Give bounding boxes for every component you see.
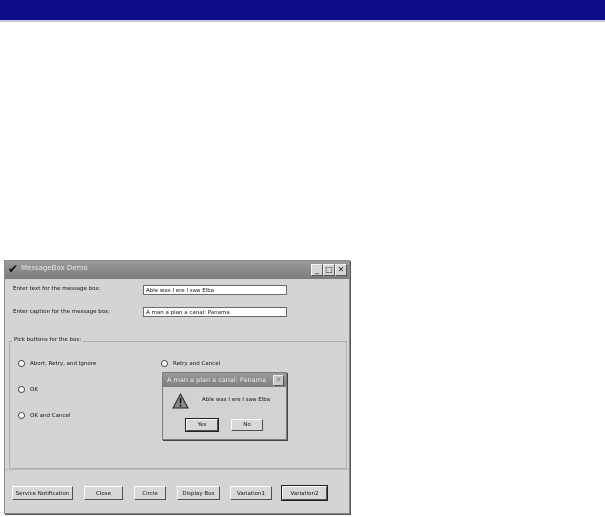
caption-label: Enter caption for the message box:: [13, 309, 111, 315]
maximize-button[interactable]: □: [323, 264, 335, 276]
no-button[interactable]: No: [231, 419, 263, 431]
top-banner-bar: [0, 0, 605, 22]
message-text-label: Enter text for the message box:: [13, 286, 101, 292]
radio-label: OK and Cancel: [30, 412, 71, 419]
radio-label: OK: [30, 386, 38, 393]
radio-label: Abort, Retry, and Ignore: [30, 360, 97, 367]
variation1-button[interactable]: Variation1: [230, 486, 272, 500]
radio-ok-cancel[interactable]: OK and Cancel: [18, 412, 70, 419]
window-title: MessageBox Demo: [21, 264, 88, 272]
dialog-title: A man a plan a canal: Panama: [167, 376, 266, 384]
window-titlebar[interactable]: ✔ MessageBox Demo _ □ ✕: [5, 261, 349, 279]
service-notification-button[interactable]: Service Notification: [12, 486, 73, 500]
radio-circle-icon: [18, 412, 25, 419]
radio-abort-retry-ignore[interactable]: Abort, Retry, and Ignore: [18, 360, 96, 367]
close-window-button[interactable]: ✕: [335, 264, 347, 276]
radio-retry-cancel[interactable]: Retry and Cancel: [161, 360, 220, 367]
message-box-dialog: A man a plan a canal: Panama ✕ Able was …: [162, 372, 287, 440]
warning-icon: [172, 393, 189, 409]
dialog-close-button[interactable]: ✕: [273, 375, 284, 386]
variation2-button[interactable]: Variation2: [281, 485, 328, 501]
circle-button[interactable]: Circle: [134, 486, 166, 500]
dialog-titlebar[interactable]: A man a plan a canal: Panama ✕: [163, 373, 286, 387]
message-text-field[interactable]: Able was I ere I saw Elba: [143, 285, 287, 295]
close-button[interactable]: Close: [84, 486, 123, 500]
dialog-message: Able was I ere I saw Elba: [202, 397, 271, 403]
radio-circle-icon: [18, 386, 25, 393]
display-box-button[interactable]: Display Box: [177, 486, 220, 500]
checkmark-icon: ✔: [8, 262, 19, 276]
radio-circle-icon: [18, 360, 25, 367]
radio-ok[interactable]: OK: [18, 386, 38, 393]
caption-field[interactable]: A man a plan a canal: Panama: [143, 307, 287, 317]
radio-label: Retry and Cancel: [173, 360, 221, 367]
radio-circle-icon: [161, 360, 168, 367]
yes-button[interactable]: Yes: [185, 418, 219, 432]
messagebox-demo-window: ✔ MessageBox Demo _ □ ✕ Enter text for t…: [4, 260, 350, 514]
minimize-button[interactable]: _: [311, 264, 323, 276]
groupbox-label: Pick buttons for the box:: [12, 337, 84, 343]
